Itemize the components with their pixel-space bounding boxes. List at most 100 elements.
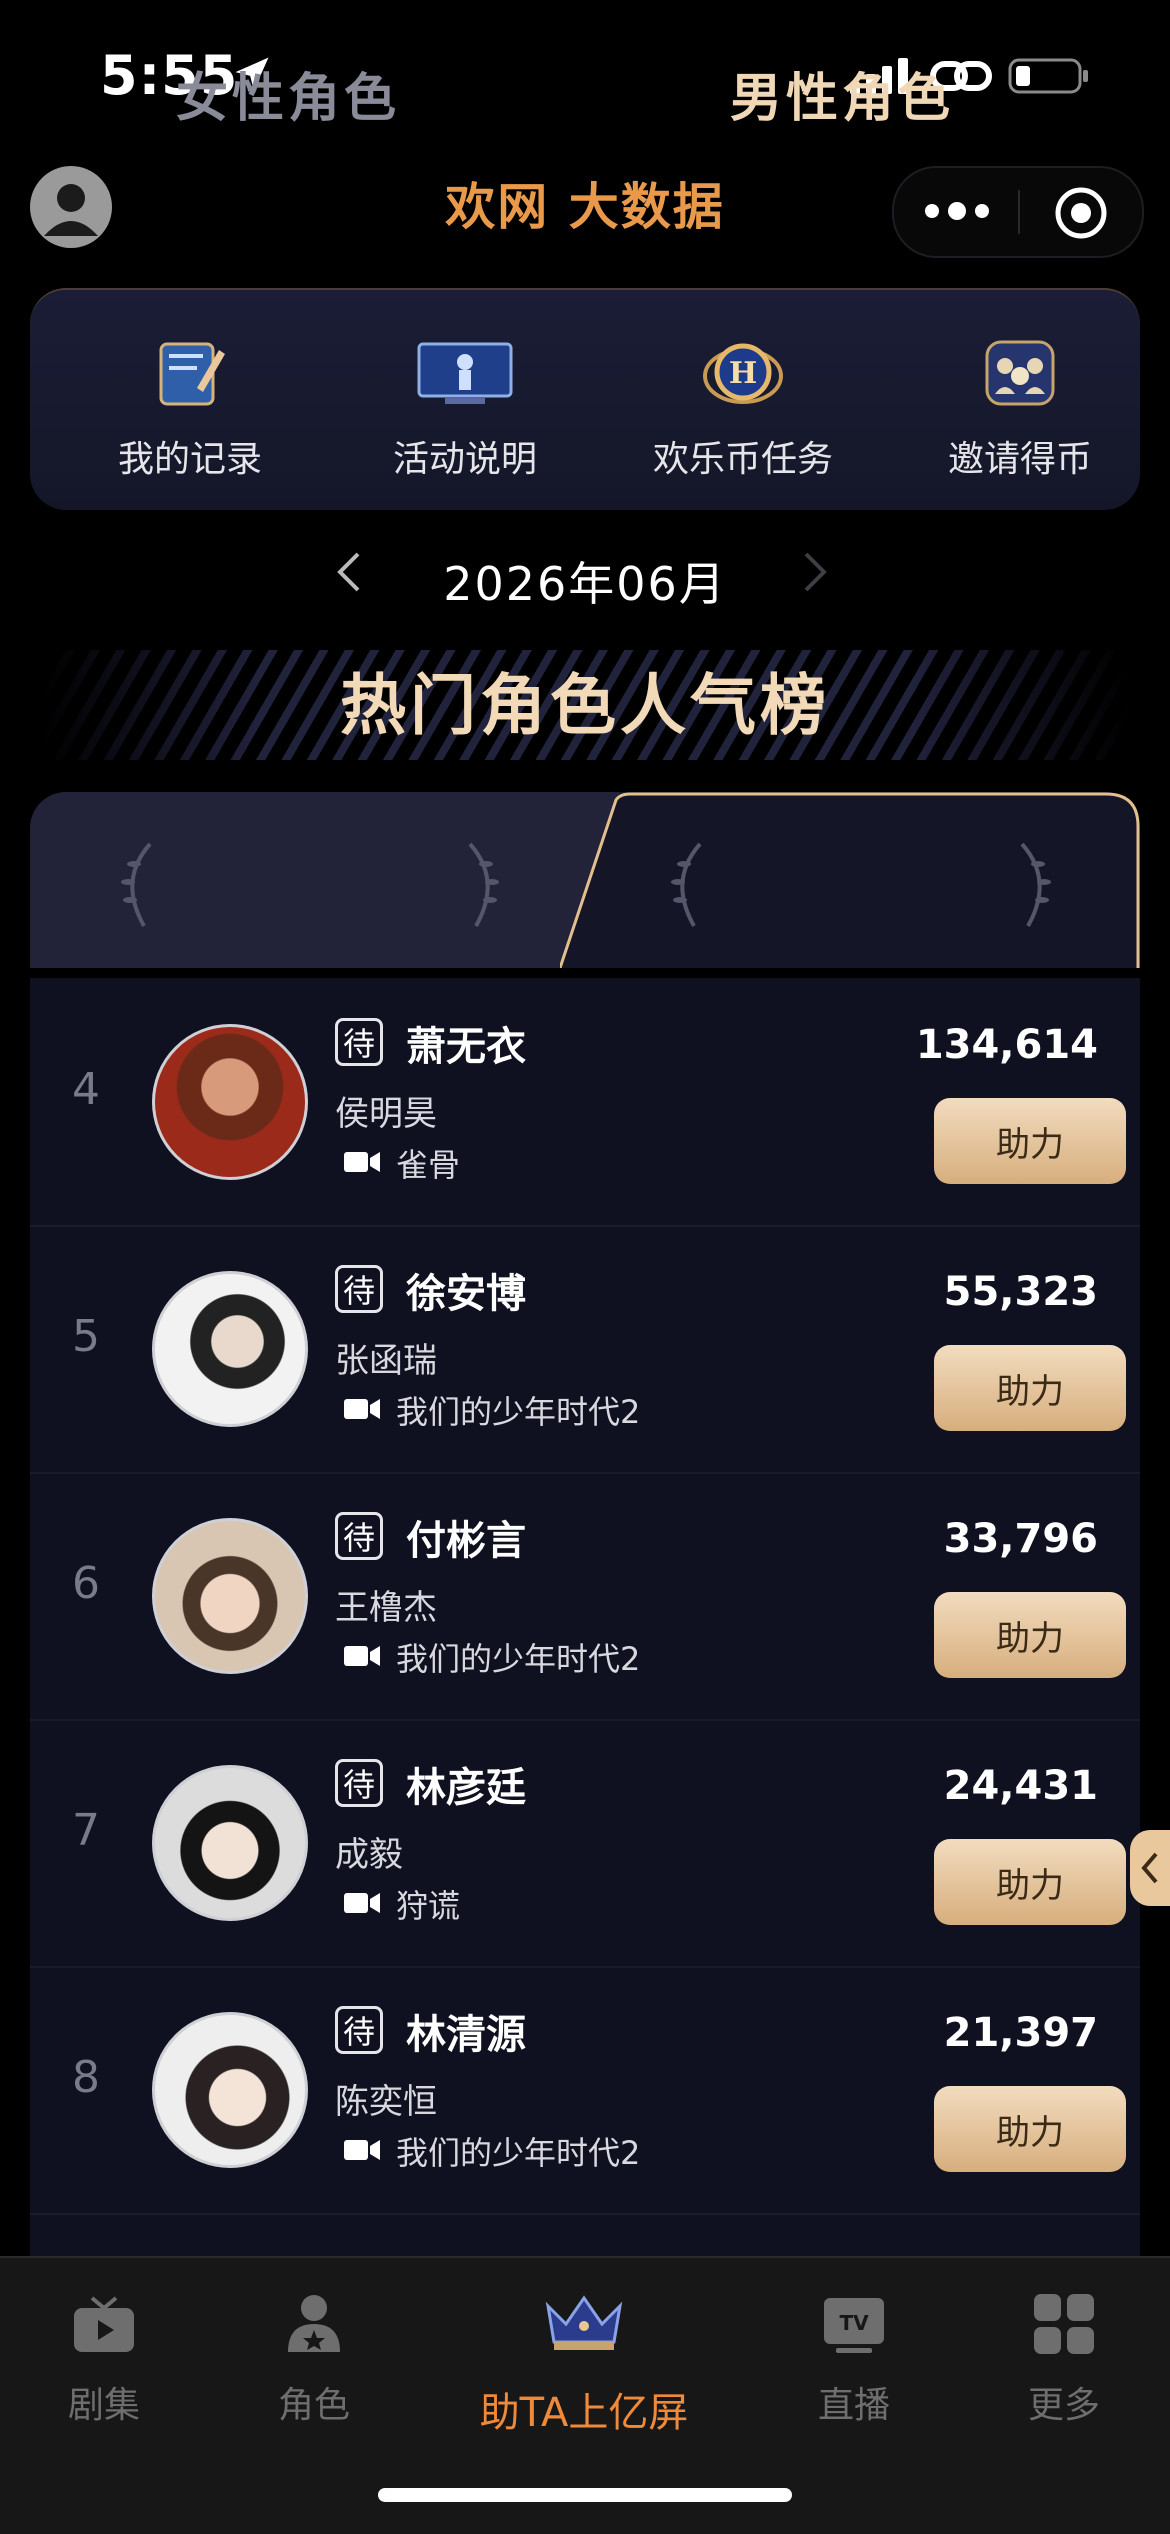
tv-live-icon: TV <box>824 2298 884 2353</box>
group-icon <box>985 340 1055 406</box>
month-label: 2026年06月 <box>443 557 727 611</box>
vote-count: 33,796 <box>943 1516 1098 1562</box>
actor-name: 成毅 <box>335 1835 403 1875</box>
coin-h-icon: H <box>703 343 783 404</box>
tab-female-label[interactable]: 女性角色 <box>176 56 400 131</box>
ranking-list: 4 待 萧无衣 侯明昊 雀骨 134,614 助力 5 待 徐安博 张函瑞 我们… <box>30 978 1140 2258</box>
video-camera-icon <box>344 2140 380 2160</box>
character-avatar[interactable] <box>152 1518 308 1674</box>
pending-tag: 待 <box>335 1018 383 1066</box>
rank-number: 8 <box>72 2052 100 2103</box>
quick-menu: 我的记录 活动说明 H 欢乐币任务 邀请得币 <box>30 288 1140 510</box>
ranking-row: 4 待 萧无衣 侯明昊 雀骨 134,614 助力 <box>30 978 1140 1227</box>
video-camera-icon <box>344 1399 380 1419</box>
ranking-title: 热门角色人气榜 <box>340 667 830 744</box>
rank-number: 4 <box>72 1064 100 1115</box>
boost-button[interactable]: 助力 <box>934 1098 1126 1184</box>
character-name: 徐安博 <box>406 1271 526 1317</box>
show-title: 我们的少年时代2 <box>396 2134 641 2172</box>
rank-number: 6 <box>72 1558 100 1609</box>
person-star-icon <box>288 2295 340 2352</box>
notebook-pen-icon <box>159 342 225 406</box>
vote-count: 55,323 <box>943 1269 1098 1315</box>
nav-label: 剧集 <box>67 2385 140 2426</box>
more-dots-icon[interactable] <box>922 196 992 226</box>
show-title: 雀骨 <box>396 1146 461 1184</box>
vote-count: 21,397 <box>943 2010 1098 2056</box>
pending-tag: 待 <box>335 1265 383 1313</box>
pending-tag: 待 <box>335 1512 383 1560</box>
character-name: 萧无衣 <box>406 1024 526 1070</box>
user-icon <box>44 184 98 236</box>
boost-button[interactable]: 助力 <box>934 1839 1126 1925</box>
ranking-row: 6 待 付彬言 王橹杰 我们的少年时代2 33,796 助力 <box>30 1472 1140 1721</box>
chevron-left-icon <box>337 552 360 592</box>
quick-item-label: 我的记录 <box>117 439 262 480</box>
video-camera-icon <box>344 1893 380 1913</box>
nav-label: 更多 <box>1027 2385 1100 2426</box>
nav-label: 角色 <box>277 2385 350 2426</box>
ranking-row: 5 待 徐安博 张函瑞 我们的少年时代2 55,323 助力 <box>30 1225 1140 1474</box>
side-drawer-tab[interactable] <box>1130 1830 1170 1906</box>
crown-icon <box>545 2295 623 2350</box>
character-avatar[interactable] <box>152 1024 308 1180</box>
close-target-icon[interactable] <box>1054 186 1108 240</box>
mini-program-capsule <box>892 166 1144 258</box>
video-camera-icon <box>344 1646 380 1666</box>
quick-item-activity-rules[interactable]: 活动说明 <box>335 290 595 510</box>
next-month-button[interactable] <box>800 548 830 606</box>
battery-icon <box>1008 58 1088 94</box>
character-avatar[interactable] <box>152 1765 308 1921</box>
laurel-left-icon <box>121 842 152 927</box>
actor-name: 侯明昊 <box>335 1094 437 1134</box>
show-title: 狩谎 <box>396 1887 461 1925</box>
rank-number: 7 <box>72 1805 100 1856</box>
actor-name: 王橹杰 <box>335 1588 437 1628</box>
character-name: 付彬言 <box>406 1518 526 1564</box>
pending-tag: 待 <box>335 1759 383 1807</box>
laurel-right-icon <box>468 842 499 927</box>
play-tv-icon <box>74 2296 134 2352</box>
chevron-left-icon <box>1141 1852 1158 1884</box>
quick-item-label: 欢乐币任务 <box>652 439 833 480</box>
laurel-right-icon <box>1020 842 1051 927</box>
app-logo: 欢网 大数据 <box>445 178 725 236</box>
gender-tabs <box>30 792 1140 968</box>
tab-male-label[interactable]: 男性角色 <box>730 56 954 131</box>
quick-item-label: 邀请得币 <box>947 439 1092 480</box>
boost-button[interactable]: 助力 <box>934 2086 1126 2172</box>
character-name: 林彦廷 <box>406 1765 526 1811</box>
character-name: 林清源 <box>406 2012 526 2058</box>
prev-month-button[interactable] <box>334 548 364 606</box>
ranking-row: 7 待 林彦廷 成毅 狩谎 24,431 助力 <box>30 1719 1140 1968</box>
nav-label: 助TA上亿屏 <box>479 2390 689 2436</box>
laurel-left-icon <box>671 842 702 927</box>
rank-number: 5 <box>72 1311 100 1362</box>
chevron-right-icon <box>804 552 827 592</box>
actor-name: 陈奕恒 <box>335 2082 437 2122</box>
nav-label: 直播 <box>817 2385 890 2426</box>
vote-count: 24,431 <box>943 1763 1098 1809</box>
actor-name: 张函瑞 <box>335 1341 437 1381</box>
quick-item-label: 活动说明 <box>392 439 537 480</box>
capsule-divider <box>1018 190 1020 234</box>
grid-icon <box>1034 2294 1094 2354</box>
show-title: 我们的少年时代2 <box>396 1640 641 1678</box>
ranking-row: 8 待 林清源 陈奕恒 我们的少年时代2 21,397 助力 <box>30 1966 1140 2215</box>
quick-item-coin-tasks[interactable]: H 欢乐币任务 <box>613 290 873 510</box>
character-avatar[interactable] <box>152 1271 308 1427</box>
user-avatar-button[interactable] <box>30 166 112 248</box>
pending-tag: 待 <box>335 2006 383 2054</box>
tv-screen-icon <box>417 342 513 404</box>
home-indicator[interactable] <box>378 2488 792 2502</box>
character-avatar[interactable] <box>152 2012 308 2168</box>
boost-button[interactable]: 助力 <box>934 1592 1126 1678</box>
vote-count: 134,614 <box>915 1022 1098 1068</box>
video-camera-icon <box>344 1152 380 1172</box>
quick-item-invite[interactable]: 邀请得币 <box>890 290 1150 510</box>
quick-item-my-records[interactable]: 我的记录 <box>60 290 320 510</box>
svg-text:TV: TV <box>839 2311 869 2335</box>
boost-button[interactable]: 助力 <box>934 1345 1126 1431</box>
show-title: 我们的少年时代2 <box>396 1393 641 1431</box>
svg-text:H: H <box>729 356 757 391</box>
